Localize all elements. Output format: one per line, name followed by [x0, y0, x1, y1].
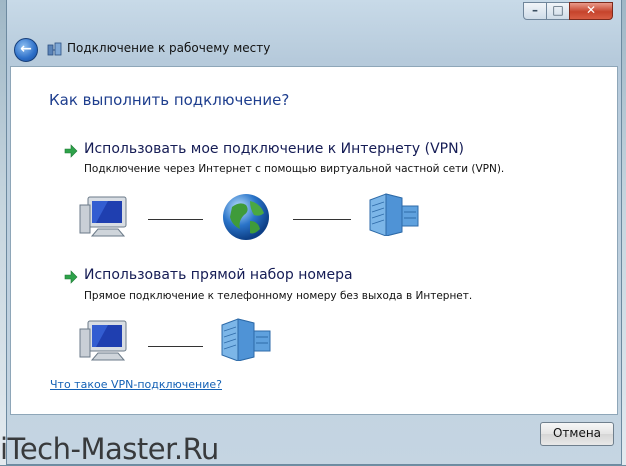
option-dialup-title[interactable]: Использовать прямой набор номера — [84, 267, 353, 283]
dialog-window: – □ ✕ ← Подключение к рабочему месту Как… — [6, 0, 622, 465]
content-panel: Как выполнить подключение? Использовать … — [10, 66, 618, 415]
computer-icon — [79, 320, 127, 361]
vpn-help-link[interactable]: Что такое VPN-подключение? — [50, 378, 222, 391]
connection-line — [148, 219, 203, 220]
cancel-button[interactable]: Отмена — [540, 422, 614, 446]
connection-line — [293, 219, 351, 220]
option-vpn-description: Подключение через Интернет с помощью вир… — [84, 163, 505, 175]
computer-icon — [79, 196, 127, 237]
connection-line — [148, 346, 203, 347]
server-icon — [221, 318, 271, 361]
minimize-button[interactable]: – — [523, 2, 547, 20]
option-dialup-description: Прямое подключение к телефонному номеру … — [84, 290, 473, 302]
page-title: Как выполнить подключение? — [49, 91, 290, 109]
back-button[interactable]: ← — [14, 38, 38, 62]
close-button[interactable]: ✕ — [569, 2, 613, 20]
network-icon — [47, 42, 62, 56]
green-arrow-icon — [64, 144, 78, 158]
window-title: Подключение к рабочему месту — [67, 41, 271, 55]
maximize-icon: □ — [552, 3, 564, 17]
watermark-text: iTech-Master.Ru — [0, 432, 219, 466]
server-icon — [369, 193, 419, 236]
maximize-button[interactable]: □ — [546, 2, 570, 20]
back-arrow-icon: ← — [20, 41, 32, 57]
minimize-icon: – — [532, 3, 538, 17]
close-icon: ✕ — [585, 3, 597, 17]
green-arrow-icon — [64, 270, 78, 284]
option-vpn-title[interactable]: Использовать мое подключение к Интернету… — [84, 141, 464, 157]
globe-icon — [223, 194, 269, 240]
